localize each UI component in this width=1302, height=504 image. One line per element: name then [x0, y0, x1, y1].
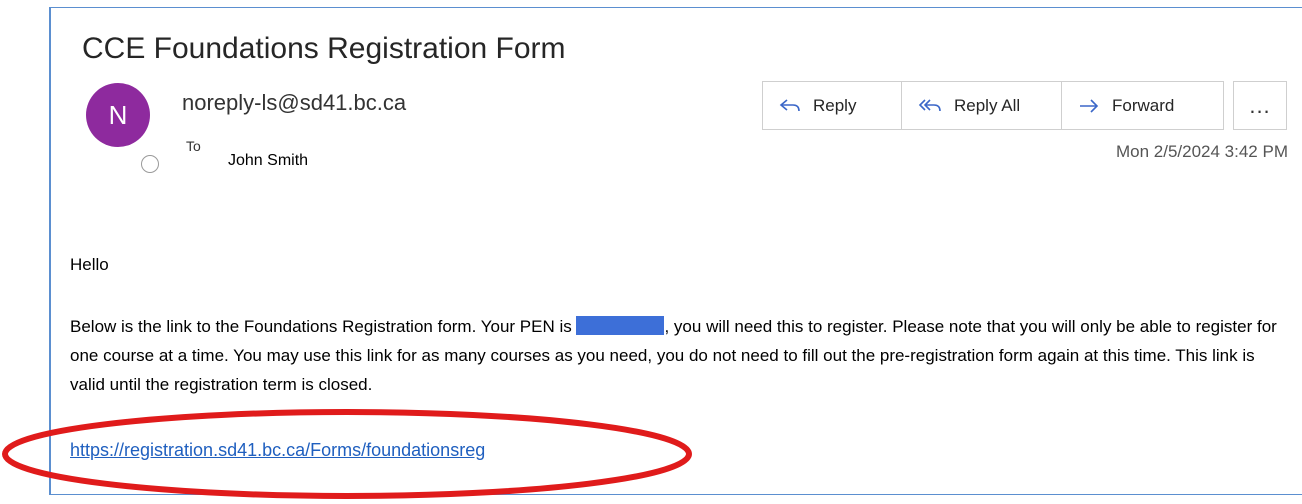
forward-icon	[1080, 98, 1099, 113]
email-subject: CCE Foundations Registration Form	[82, 32, 566, 65]
email-greeting: Hello	[70, 255, 109, 274]
reply-button[interactable]: Reply	[763, 82, 902, 129]
avatar-initial: N	[108, 99, 128, 130]
more-icon: ...	[1249, 92, 1271, 118]
registration-link[interactable]: https://registration.sd41.bc.ca/Forms/fo…	[70, 440, 485, 461]
reply-all-button[interactable]: Reply All	[902, 82, 1062, 129]
forward-label: Forward	[1112, 95, 1175, 115]
reply-all-icon	[918, 98, 941, 111]
more-actions-button[interactable]: ...	[1233, 81, 1287, 130]
reply-label: Reply	[813, 95, 857, 115]
message-date: Mon 2/5/2024 3:42 PM	[1115, 142, 1288, 161]
presence-status-icon	[141, 155, 159, 173]
recipient-name[interactable]: John Smith	[228, 152, 308, 170]
body-text-part1: Below is the link to the Foundations Reg…	[70, 317, 577, 336]
sender-address[interactable]: noreply-ls@sd41.bc.ca	[182, 90, 406, 116]
to-label: To	[186, 138, 201, 154]
email-body-paragraph: Below is the link to the Foundations Reg…	[70, 312, 1290, 399]
message-actions-toolbar: Reply Reply All Forward	[762, 81, 1224, 130]
reply-all-label: Reply All	[954, 95, 1021, 115]
forward-button[interactable]: Forward	[1062, 82, 1223, 129]
reply-icon	[779, 98, 800, 111]
sender-avatar[interactable]: N	[86, 83, 150, 147]
redacted-pen	[576, 316, 665, 335]
